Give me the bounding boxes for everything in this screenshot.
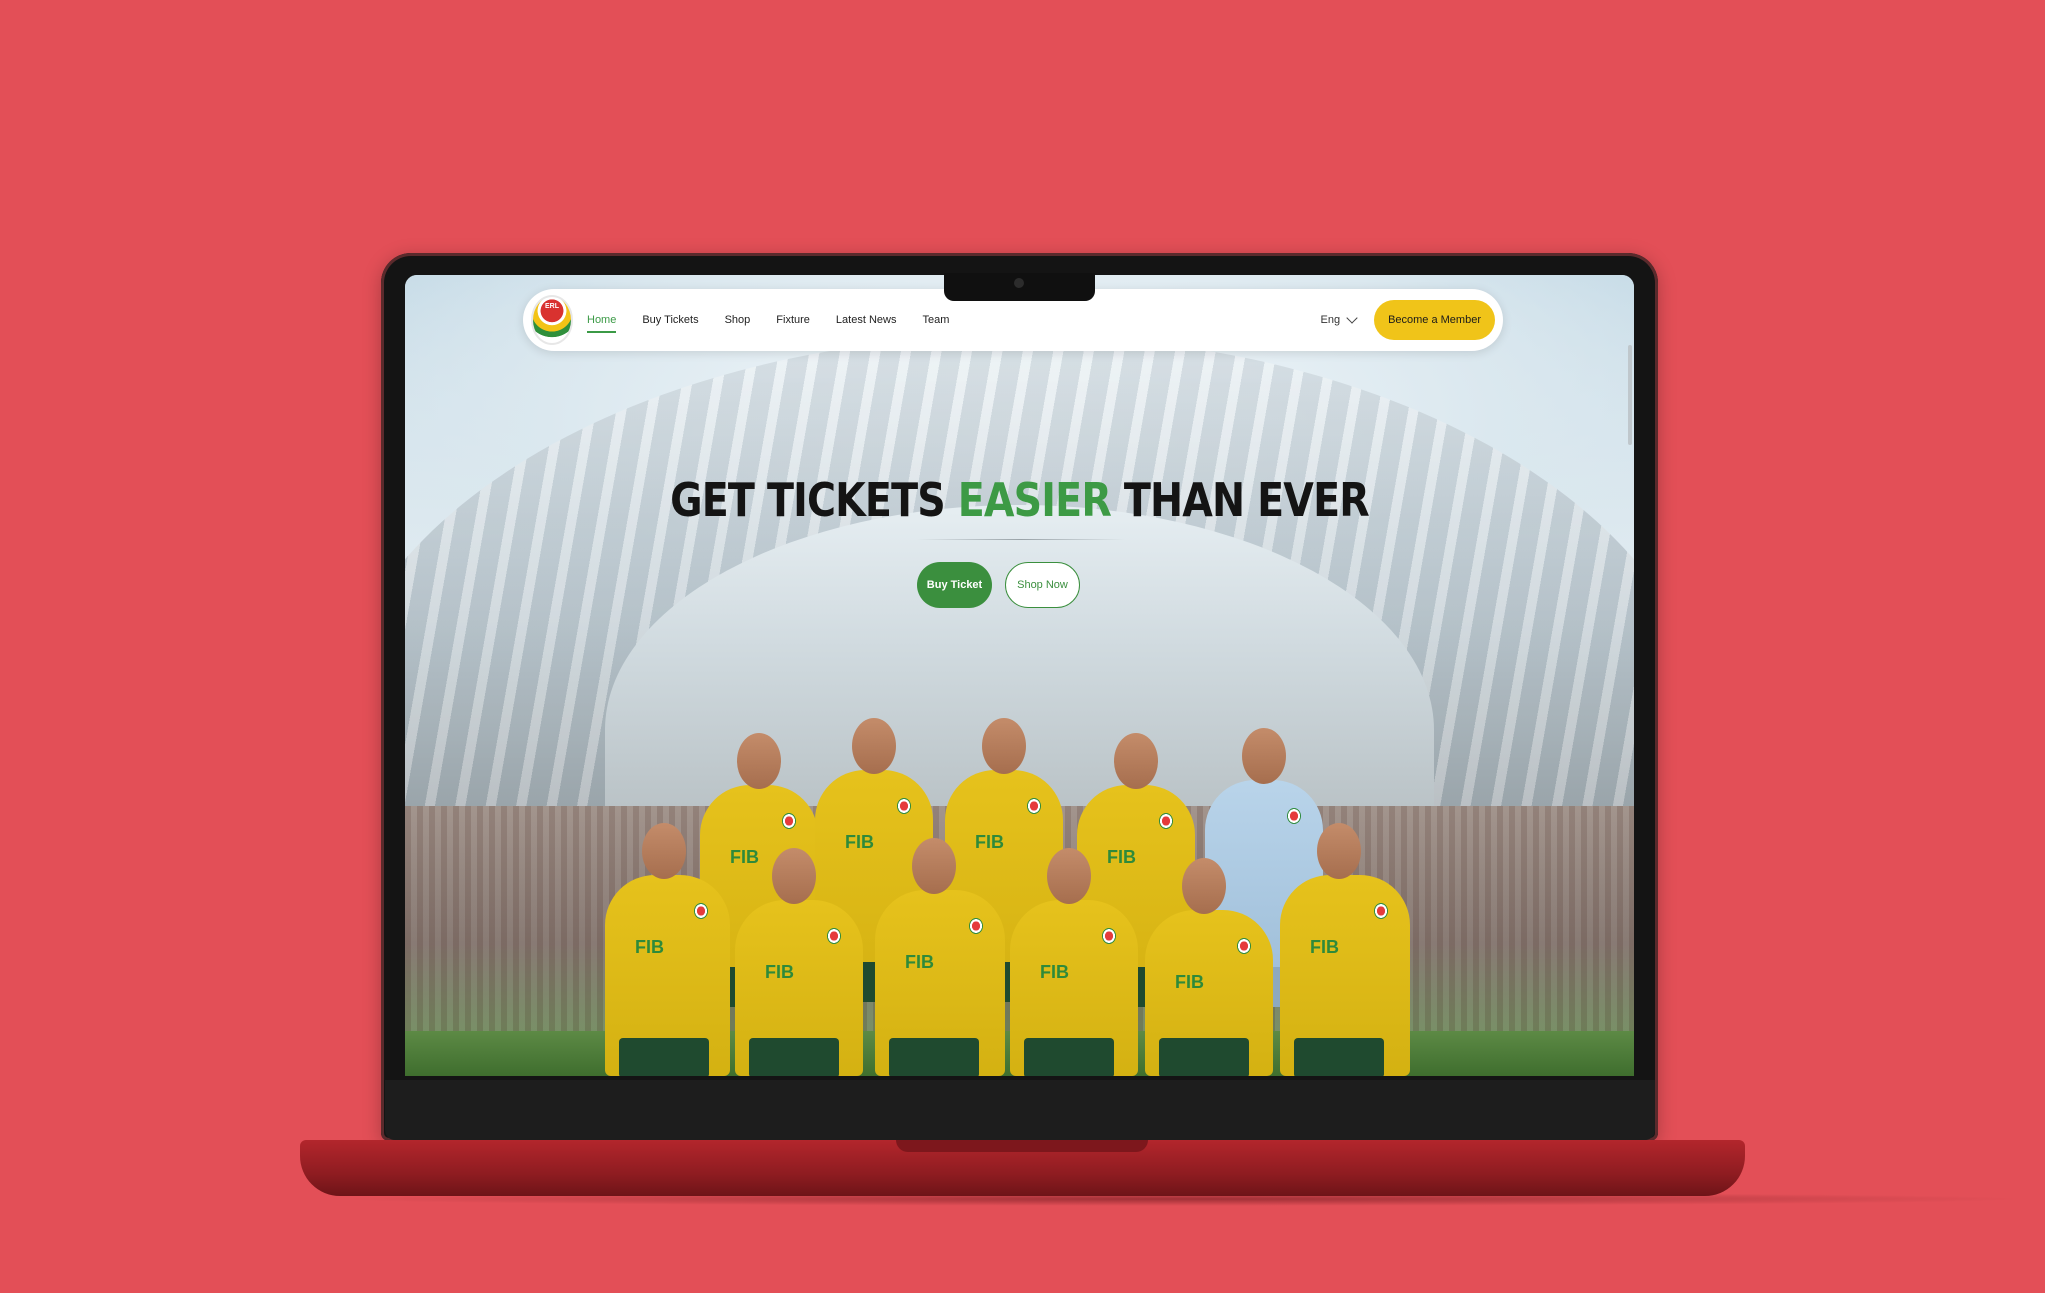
shop-now-button[interactable]: Shop Now	[1005, 562, 1080, 608]
player: FIB	[735, 848, 863, 1076]
hero-divider	[917, 539, 1125, 540]
hero-title: GET TICKETS EASIER THAN EVER	[491, 473, 1548, 527]
laptop-chin	[385, 1080, 1655, 1140]
language-label: Eng	[1320, 314, 1341, 326]
hero-title-part2: THAN EVER	[1110, 473, 1370, 527]
nav-item-fixture[interactable]: Fixture	[776, 314, 810, 326]
laptop-base-notch	[896, 1140, 1148, 1152]
team-photo: FIB FIB FIB FIB FIB FIB FIB FIB FIB FIB	[605, 675, 1435, 1076]
nav-item-home[interactable]: Home	[587, 314, 617, 333]
nav-item-shop[interactable]: Shop	[725, 314, 751, 326]
camera-notch	[944, 273, 1095, 301]
player: FIB	[1010, 848, 1138, 1076]
nav-item-latest-news[interactable]: Latest News	[836, 314, 897, 326]
become-member-button[interactable]: Become a Member	[1374, 300, 1495, 340]
page-scrollbar[interactable]	[1628, 345, 1632, 445]
player: FIB	[1145, 858, 1273, 1076]
buy-ticket-button[interactable]: Buy Ticket	[917, 562, 992, 608]
camera-icon	[1014, 278, 1024, 288]
nav-item-buy-tickets[interactable]: Buy Tickets	[642, 314, 698, 326]
screen: FIB FIB FIB FIB FIB FIB FIB FIB FIB FIB …	[405, 275, 1634, 1076]
hero-title-part1: GET TICKETS	[670, 473, 958, 527]
club-crest-icon[interactable]: ERL	[531, 295, 573, 345]
hero-buttons: Buy Ticket Shop Now	[405, 562, 1634, 608]
player: FIB	[605, 823, 730, 1076]
nav-item-team[interactable]: Team	[922, 314, 949, 326]
logo-text: ERL	[545, 303, 559, 310]
language-selector[interactable]: Eng	[1320, 312, 1358, 326]
chevron-down-icon	[1346, 312, 1358, 324]
hero-title-highlight: EASIER	[957, 473, 1112, 527]
player: FIB	[1280, 823, 1410, 1076]
nav-right: Eng Become a Member	[1320, 300, 1503, 340]
nav-links: Home Buy Tickets Shop Fixture Latest New…	[587, 314, 975, 333]
player: FIB	[875, 838, 1005, 1076]
